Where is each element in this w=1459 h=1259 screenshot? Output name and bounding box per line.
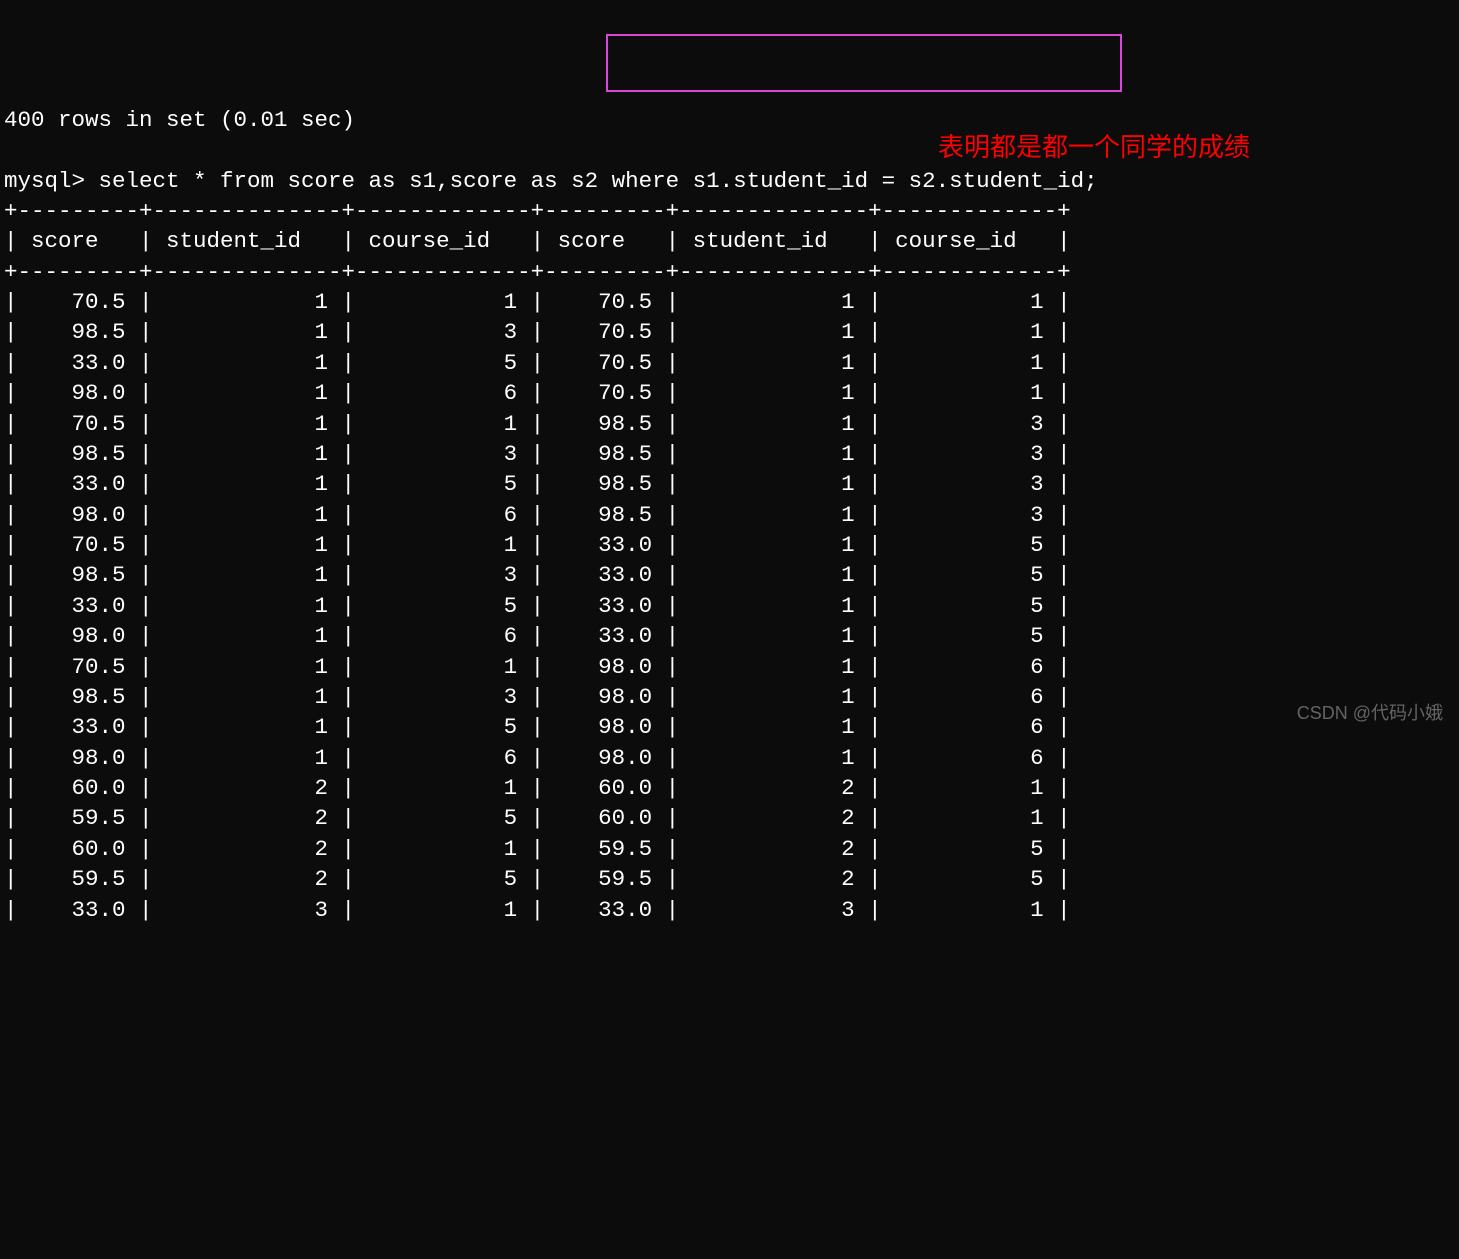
where-clause-highlight [606, 34, 1122, 92]
mysql-terminal-output: 400 rows in set (0.01 sec) mysql> select… [0, 105, 1459, 925]
annotation-label: 表明都是都一个同学的成绩 [938, 130, 1250, 165]
csdn-watermark: CSDN @代码小娥 [1297, 701, 1443, 725]
